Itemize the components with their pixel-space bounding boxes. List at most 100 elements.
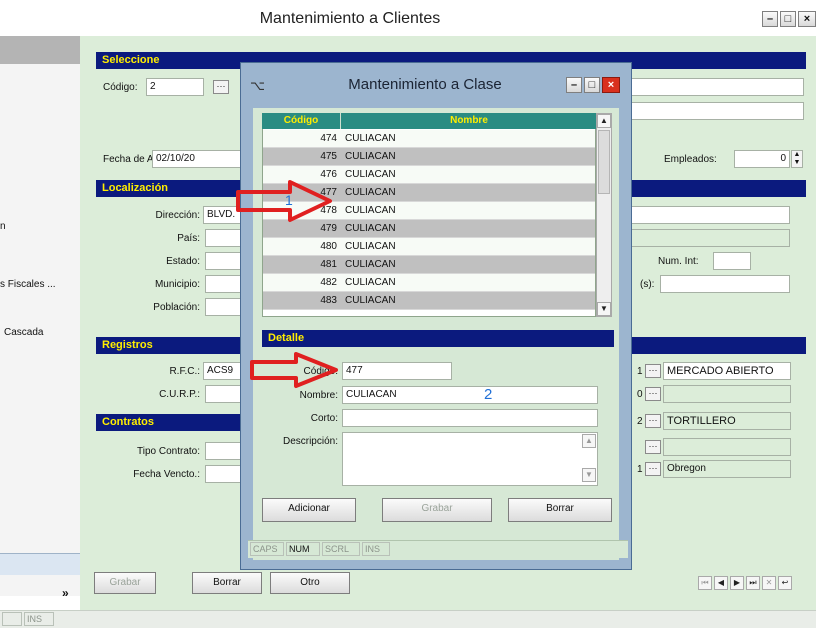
dialog-minimize-button[interactable]: – (566, 77, 582, 93)
status-scrl: SCRL (322, 542, 360, 556)
descripcion-scroll-up-icon[interactable]: ▲ (582, 434, 596, 448)
status-ins: INS (362, 542, 390, 556)
pais-right-field[interactable] (630, 229, 790, 247)
detalle-corto-field[interactable] (342, 409, 598, 427)
scroll-thumb[interactable] (598, 130, 610, 194)
table-row[interactable]: 474 CULIACAN (263, 130, 595, 148)
outer-status-bar (0, 610, 816, 628)
left-item-cascada[interactable]: Cascada (4, 327, 43, 338)
table-row[interactable]: 483 CULIACAN (263, 292, 595, 310)
otro-button[interactable]: Otro (270, 572, 350, 594)
cell-nombre: CULIACAN (345, 241, 396, 252)
table-row[interactable]: 480 CULIACAN (263, 238, 595, 256)
dialog-grabar-button[interactable]: Grabar (382, 498, 492, 522)
detalle-codigo-field[interactable]: 477 (342, 362, 452, 380)
curp-field[interactable] (205, 385, 243, 403)
tipo-contrato-field[interactable] (205, 442, 243, 460)
cell-nombre: CULIACAN (345, 277, 396, 288)
detalle-descripcion-label: Descripción: (282, 436, 338, 447)
table-row[interactable]: 475 CULIACAN (263, 148, 595, 166)
nav-last-icon[interactable]: ⏭ (746, 576, 760, 590)
grid-header-divider (340, 113, 341, 129)
cell-codigo: 482 (320, 277, 337, 288)
table-row[interactable]: 482 CULIACAN (263, 274, 595, 292)
right-lookup-3[interactable]: ··· (645, 414, 661, 428)
codigo-lookup-button[interactable]: ··· (213, 80, 229, 94)
fecha-vencto-label: Fecha Vencto.: (133, 469, 200, 480)
fecha-alta-field[interactable]: 02/10/20 (152, 150, 242, 168)
right-field-tortillero[interactable]: TORTILLERO (663, 412, 791, 430)
rfc-label: R.F.C.: (169, 366, 200, 377)
annotation-arrow-1 (236, 180, 332, 222)
nav-prev-icon[interactable]: ◀ (714, 576, 728, 590)
right-field-4[interactable] (663, 438, 791, 456)
rfc-field[interactable]: ACS9 (203, 362, 243, 380)
tipo-contrato-label: Tipo Contrato: (137, 446, 200, 457)
grabar-button[interactable]: Grabar (94, 572, 156, 594)
dialog-borrar-button[interactable]: Borrar (508, 498, 612, 522)
numint-field[interactable] (713, 252, 751, 270)
right-field-obregon[interactable]: Obregon (663, 460, 791, 478)
descripcion-scroll-down-icon[interactable]: ▼ (582, 468, 596, 482)
outer-minimize-button[interactable]: – (762, 11, 778, 27)
scroll-down-icon[interactable]: ▼ (597, 302, 611, 316)
right-lookup-4[interactable]: ··· (645, 440, 661, 454)
estado-field[interactable] (205, 252, 243, 270)
dialog-maximize-button[interactable]: □ (584, 77, 600, 93)
dir-right-field[interactable] (660, 275, 790, 293)
direccion-label: Dirección: (155, 210, 200, 221)
adicionar-button[interactable]: Adicionar (262, 498, 356, 522)
poblacion-field[interactable] (205, 298, 243, 316)
grid-header: Código Nombre (262, 113, 596, 129)
nav-next-icon[interactable]: ▶ (730, 576, 744, 590)
cell-codigo: 481 (320, 259, 337, 270)
empleados-spinner[interactable]: ▲ ▼ (791, 150, 803, 168)
right-lookup-1[interactable]: ··· (645, 364, 661, 378)
fecha-vencto-field[interactable] (205, 465, 243, 483)
left-item-fiscales[interactable]: s Fiscales ... (0, 279, 56, 290)
descripcion-textarea[interactable] (342, 432, 598, 486)
scroll-up-icon[interactable]: ▲ (597, 114, 611, 128)
status-caps: CAPS (250, 542, 284, 556)
table-row[interactable]: 481 CULIACAN (263, 256, 595, 274)
detalle-nombre-field[interactable]: CULIACAN (342, 386, 598, 404)
empleados-label: Empleados: (664, 154, 717, 165)
right-lookup-2[interactable]: ··· (645, 387, 661, 401)
dialog-close-button[interactable]: × (602, 77, 620, 93)
name2-field[interactable] (630, 102, 804, 120)
outer-close-button[interactable]: × (798, 11, 816, 27)
left-panel (0, 36, 80, 596)
dir-right-label: (s): (640, 279, 655, 290)
right-num-3: 2 (637, 416, 643, 427)
cell-codigo: 480 (320, 241, 337, 252)
nav-refresh-icon[interactable]: ↩ (778, 576, 792, 590)
codigo-field[interactable]: 2 (146, 78, 204, 96)
municipio-field[interactable] (205, 275, 243, 293)
poblacion-label: Población: (153, 302, 200, 313)
name-field[interactable] (630, 78, 804, 96)
grid-vertical-scrollbar[interactable]: ▲ ▼ (596, 113, 612, 317)
direccion-right-field[interactable] (630, 206, 790, 224)
curp-label: C.U.R.P.: (159, 389, 200, 400)
left-item-1[interactable]: n (0, 221, 6, 232)
annotation-number-1: 1 (285, 192, 293, 208)
right-lookup-5[interactable]: ··· (645, 462, 661, 476)
cell-nombre: CULIACAN (345, 295, 396, 306)
outer-window-title: Mantenimiento a Clientes (259, 10, 441, 27)
nav-first-icon[interactable]: ⏮ (698, 576, 712, 590)
annotation-arrow-2 (250, 352, 338, 388)
status-num: NUM (286, 542, 320, 556)
right-num-1: 1 (637, 366, 643, 377)
empleados-field[interactable]: 0 (734, 150, 790, 168)
nav-cancel-icon[interactable]: ✕ (762, 576, 776, 590)
grid-header-nombre[interactable]: Nombre (342, 115, 596, 126)
borrar-button[interactable]: Borrar (192, 572, 262, 594)
section-contratos: Contratos (96, 414, 246, 431)
grid-header-codigo[interactable]: Código (262, 115, 340, 126)
outer-maximize-button[interactable]: □ (780, 11, 796, 27)
annotation-number-2: 2 (484, 386, 493, 403)
right-field-mercado[interactable]: MERCADO ABIERTO (663, 362, 791, 380)
expand-arrow-icon[interactable]: » (62, 586, 69, 600)
cell-nombre: CULIACAN (345, 151, 396, 162)
right-field-2[interactable] (663, 385, 791, 403)
